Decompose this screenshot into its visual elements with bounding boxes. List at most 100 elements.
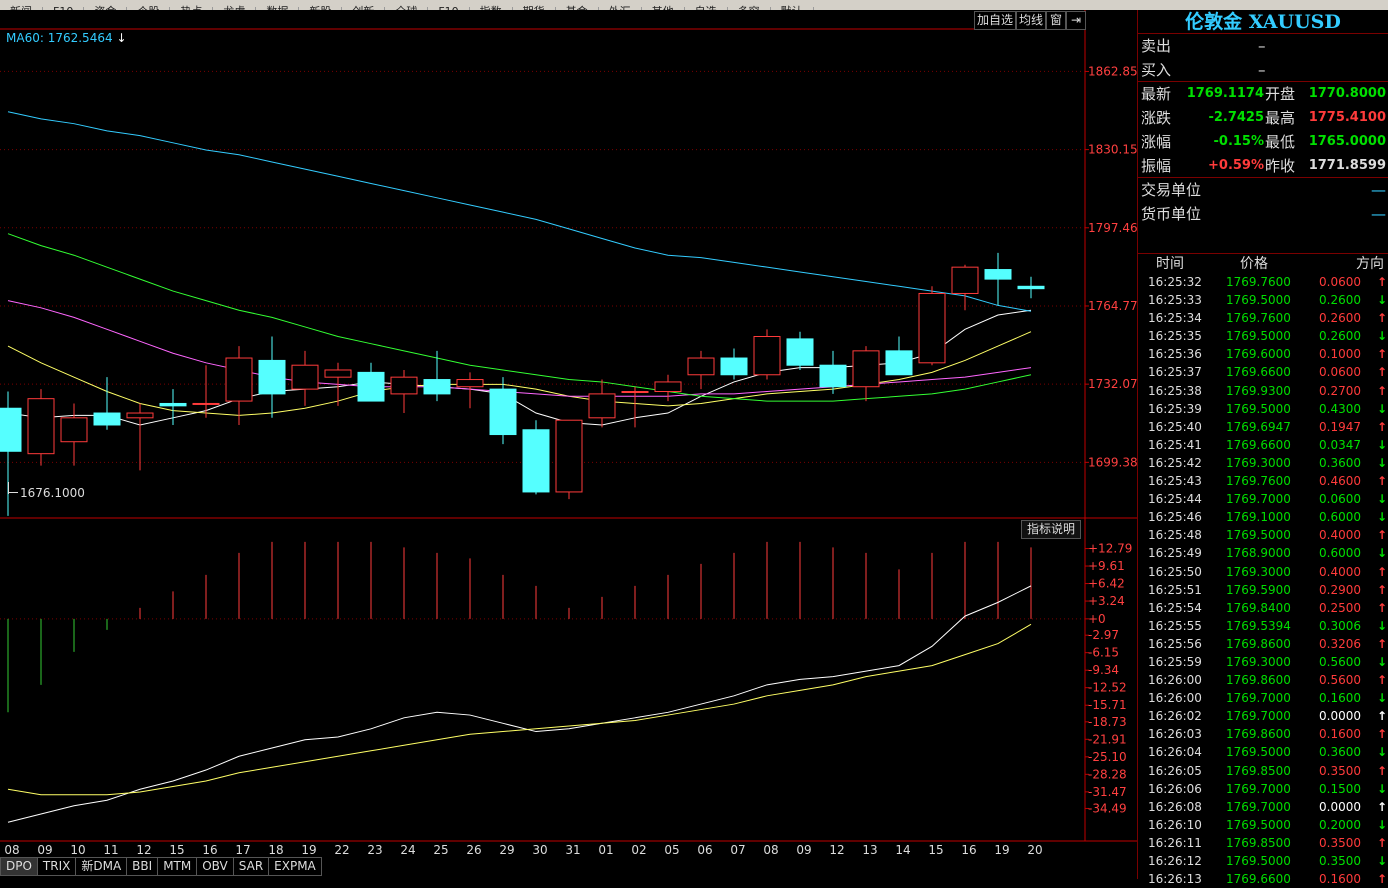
tab-sar[interactable]: SAR (233, 857, 270, 876)
arrow-down-icon: ↓ (1376, 546, 1387, 561)
tick-row: 16:25:56 1769.8600 0.3206 ↑ (1138, 635, 1388, 653)
ma-toggle-button[interactable]: 均线 (1016, 11, 1046, 30)
sell-row: 卖出 – (1138, 34, 1388, 58)
tick-time: 16:26:08 (1148, 799, 1202, 814)
ind-tick-label: +0 (1088, 612, 1106, 626)
arrow-down-icon: ↓ (1376, 510, 1387, 525)
buy-row: 买入 – (1138, 58, 1388, 82)
tick-rows: 16:25:32 1769.7600 0.0600 ↑ 16:25:33 1769.500… (1138, 273, 1388, 888)
tick-list[interactable]: 时间 价格 方向 16:25:32 1769.7600 0.0600 ↑ 16:25:3… (1138, 253, 1388, 888)
arrow-up-icon: ↑ (1376, 311, 1387, 326)
candle-body (522, 429, 550, 493)
exit-arrow-icon[interactable]: ⇥ (1066, 11, 1086, 30)
tick-change: 0.2600 (1319, 329, 1361, 344)
tick-time: 16:26:00 (1148, 691, 1202, 706)
tick-price: 1769.7000 (1226, 709, 1291, 724)
quote-value: 1775.4100 (1308, 110, 1386, 125)
candle-body (885, 350, 913, 376)
tick-change: 0.4000 (1319, 564, 1361, 579)
quote-label: 最新 (1141, 85, 1172, 103)
quote-value: +0.59% (1208, 158, 1264, 173)
ind-tick-label: -2.97 (1088, 628, 1119, 642)
unit-row: 货币单位 — (1138, 202, 1388, 226)
tick-change: 0.1947 (1319, 419, 1361, 434)
candle-body (753, 336, 781, 376)
tab-obv[interactable]: OBV (197, 857, 234, 876)
tick-row: 16:26:04 1769.5000 0.3600 ↓ (1138, 743, 1388, 761)
tick-row: 16:26:10 1769.5000 0.2000 ↓ (1138, 816, 1388, 834)
arrow-down-icon: ↓ (1376, 293, 1387, 308)
tick-change: 0.2700 (1319, 383, 1361, 398)
tick-price: 1769.8500 (1226, 763, 1291, 778)
tick-change: 0.1000 (1319, 347, 1361, 362)
quote-value: 1765.0000 (1308, 134, 1386, 149)
top-menu-bar: 新闻F10资金个股热点龙虎数据新股创新全球F10指数期货基金外汇其他自选多窗默认 (0, 0, 1388, 10)
tick-time: 16:26:13 (1148, 872, 1202, 887)
tick-change: 0.1600 (1319, 691, 1361, 706)
quote-row: 涨幅 -0.15% 最低 1765.0000 (1138, 130, 1388, 154)
date-label: 24 (400, 843, 415, 857)
tab-bbi[interactable]: BBI (127, 857, 159, 876)
date-label: 09 (796, 843, 811, 857)
date-label: 17 (235, 843, 250, 857)
tab-新dma[interactable]: 新DMA (76, 857, 128, 876)
tick-time: 16:25:43 (1148, 474, 1202, 489)
tick-row: 16:25:37 1769.6600 0.0600 ↑ (1138, 363, 1388, 381)
tick-change: 0.2000 (1319, 817, 1361, 832)
down-arrow-icon: ↓ (116, 31, 127, 45)
date-label: 07 (730, 843, 745, 857)
arrow-up-icon: ↑ (1376, 799, 1387, 814)
tick-price: 1769.3000 (1226, 455, 1291, 470)
tick-price: 1769.5000 (1226, 817, 1291, 832)
candle-body (159, 402, 187, 407)
tick-time: 16:26:06 (1148, 781, 1202, 796)
tab-expma[interactable]: EXPMA (269, 857, 322, 876)
date-label: 09 (37, 843, 52, 857)
ind-tick-label: -15.71 (1088, 698, 1127, 712)
indicator-help-button[interactable]: 指标说明 (1021, 520, 1081, 539)
tick-time: 16:26:03 (1148, 727, 1202, 742)
tick-price: 1769.6000 (1226, 347, 1291, 362)
tick-row: 16:25:46 1769.1000 0.6000 ↓ (1138, 508, 1388, 526)
date-label: 26 (466, 843, 481, 857)
arrow-up-icon: ↑ (1376, 419, 1387, 434)
tick-change: 0.3500 (1319, 835, 1361, 850)
tick-time: 16:25:37 (1148, 365, 1202, 380)
unit-value: — (1371, 181, 1386, 199)
tick-change: 0.6000 (1319, 510, 1361, 525)
price-tick-label: 1764.771 (1088, 299, 1137, 313)
tick-time: 16:25:48 (1148, 528, 1202, 543)
tick-time: 16:25:59 (1148, 654, 1202, 669)
candle-body (456, 379, 484, 388)
tick-time: 16:26:04 (1148, 745, 1202, 760)
add-favorite-button[interactable]: 加自选 (974, 11, 1016, 30)
window-button[interactable]: 窗 (1046, 11, 1066, 30)
date-label: 12 (136, 843, 151, 857)
date-label: 12 (829, 843, 844, 857)
tab-dpo[interactable]: DPO (0, 857, 38, 876)
tab-trix[interactable]: TRIX (37, 857, 77, 876)
date-label: 25 (433, 843, 448, 857)
tick-row: 16:26:00 1769.8600 0.5600 ↑ (1138, 671, 1388, 689)
sell-value: – (1258, 37, 1266, 55)
tab-mtm[interactable]: MTM (158, 857, 198, 876)
unit-label: 货币单位 (1141, 205, 1202, 223)
arrow-down-icon: ↓ (1376, 329, 1387, 344)
ind-tick-label: -6.15 (1088, 646, 1119, 660)
quote-label: 开盘 (1265, 85, 1296, 103)
ind-tick-label: -25.10 (1088, 750, 1127, 764)
arrow-up-icon: ↑ (1376, 275, 1387, 289)
ind-tick-label: +3.24 (1088, 594, 1125, 608)
price-tick-label: 1732.077 (1088, 377, 1137, 391)
col-time: 时间 (1156, 256, 1184, 272)
quote-label: 最低 (1265, 133, 1296, 151)
date-label: 10 (70, 843, 85, 857)
quote-label: 昨收 (1265, 157, 1296, 175)
tick-price: 1769.7000 (1226, 799, 1291, 814)
candle-body (225, 357, 253, 402)
tick-change: 0.1600 (1319, 727, 1361, 742)
kline-chart[interactable]: 1862.853 1830.159 1797.465 1764.771 1732.077… (0, 10, 1137, 879)
ind-tick-label: -9.34 (1088, 663, 1119, 677)
quote-value: -2.7425 (1208, 110, 1264, 125)
tick-row: 16:25:36 1769.6000 0.1000 ↑ (1138, 345, 1388, 363)
